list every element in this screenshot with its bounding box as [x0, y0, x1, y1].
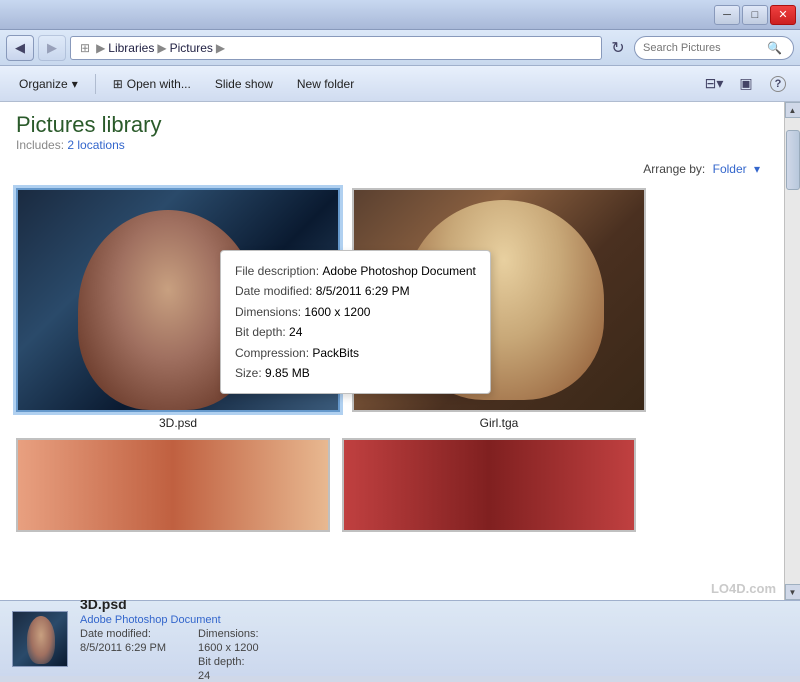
path-separator-icon: ⊞	[80, 41, 90, 55]
detail-date-value: 8/5/2011 6:29 PM	[80, 642, 166, 654]
organize-arrow-icon: ▾	[72, 77, 78, 91]
title-bar: ─ □ ✕	[0, 0, 800, 30]
file-item-bottom-right[interactable]	[342, 438, 636, 532]
address-path[interactable]: ⊞ ▶ Libraries ▶ Pictures ▶	[70, 36, 602, 60]
thumbnail-image-girltga	[354, 190, 644, 410]
new-folder-label: New folder	[297, 77, 354, 91]
locations-link[interactable]: 2 locations	[67, 138, 124, 152]
thumbnails-area: 3D.psd Girl.tga	[0, 180, 784, 438]
views-button[interactable]: ⊟ ▾	[700, 71, 728, 97]
search-input[interactable]	[643, 42, 763, 54]
search-icon: 🔍	[767, 41, 782, 55]
path-sep2: ▶	[157, 41, 166, 55]
new-folder-button[interactable]: New folder	[286, 71, 365, 97]
detail-meta-col-date: Date modified: 8/5/2011 6:29 PM	[80, 628, 166, 682]
path-sep3: ▶	[216, 41, 225, 55]
detail-meta-col-dims: Dimensions: 1600 x 1200 Bit depth: 24	[198, 628, 259, 682]
thumbnail-3dpsd	[16, 188, 340, 412]
page-title: Pictures library	[16, 112, 768, 138]
scroll-thumb[interactable]	[786, 130, 800, 190]
address-bar: ◀ ▶ ⊞ ▶ Libraries ▶ Pictures ▶ ↻ 🔍	[0, 30, 800, 66]
back-button[interactable]: ◀	[6, 35, 34, 61]
main-area: Pictures library Includes: 2 locations A…	[0, 102, 800, 600]
detail-thumbnail	[12, 611, 68, 667]
path-libraries[interactable]: Libraries	[108, 41, 154, 55]
watermark: LO4D.com	[711, 581, 776, 596]
open-with-button[interactable]: ⊞ Open with...	[102, 71, 202, 97]
open-with-label: Open with...	[127, 77, 191, 91]
preview-pane-button[interactable]: ▣	[732, 71, 760, 97]
toolbar-separator	[95, 74, 96, 94]
refresh-button[interactable]: ↻	[606, 36, 630, 60]
forward-button[interactable]: ▶	[38, 35, 66, 61]
content-header: Pictures library Includes: 2 locations	[0, 102, 784, 158]
path-sep1: ▶	[96, 41, 105, 55]
detail-dimensions-label: Dimensions:	[198, 628, 259, 640]
includes-label: Includes:	[16, 138, 64, 152]
minimize-button[interactable]: ─	[714, 5, 740, 25]
arrange-value[interactable]: Folder ▾	[713, 162, 764, 176]
detail-meta: Date modified: 8/5/2011 6:29 PM Dimensio…	[80, 628, 788, 682]
file-item-bottom-left[interactable]	[16, 438, 330, 532]
scroll-up-button[interactable]: ▲	[785, 102, 800, 118]
arrange-label: Arrange by:	[643, 162, 705, 176]
arrange-bar: Arrange by: Folder ▾	[0, 158, 784, 180]
close-button[interactable]: ✕	[770, 5, 796, 25]
views-arrow-icon: ▾	[716, 75, 723, 92]
details-panel: 3D.psd Adobe Photoshop Document Date mod…	[0, 600, 800, 676]
organize-button[interactable]: Organize ▾	[8, 71, 89, 97]
bottom-thumbnails	[0, 438, 784, 532]
file-label-3dpsd: 3D.psd	[159, 416, 197, 430]
slideshow-button[interactable]: Slide show	[204, 71, 284, 97]
preview-icon: ▣	[739, 75, 752, 92]
views-icon: ⊟	[705, 75, 717, 92]
detail-bitdepth-value: 24	[198, 670, 259, 682]
detail-date-label: Date modified:	[80, 628, 166, 640]
file-item-3dpsd[interactable]: 3D.psd	[16, 188, 340, 430]
open-with-icon: ⊞	[113, 77, 123, 91]
thumbnail-image-3dpsd	[18, 190, 338, 410]
organize-label: Organize	[19, 77, 68, 91]
toolbar: Organize ▾ ⊞ Open with... Slide show New…	[0, 66, 800, 102]
thumbnail-girltga	[352, 188, 646, 412]
scrollbar[interactable]: ▲ ▼	[784, 102, 800, 600]
file-label-girltga: Girl.tga	[480, 416, 519, 430]
scroll-track[interactable]	[786, 120, 800, 582]
toolbar-right: ⊟ ▾ ▣ ?	[700, 71, 792, 97]
help-button[interactable]: ?	[764, 71, 792, 97]
content-area: Pictures library Includes: 2 locations A…	[0, 102, 784, 600]
thumbnail-bottom-left	[16, 438, 330, 532]
detail-type: Adobe Photoshop Document	[80, 614, 788, 626]
detail-info: 3D.psd Adobe Photoshop Document Date mod…	[80, 596, 788, 682]
search-box[interactable]: 🔍	[634, 36, 794, 60]
detail-bitdepth-label: Bit depth:	[198, 656, 259, 668]
includes-info: Includes: 2 locations	[16, 138, 768, 152]
detail-dimensions-value: 1600 x 1200	[198, 642, 259, 654]
help-icon: ?	[770, 76, 786, 92]
thumbnail-bottom-right	[342, 438, 636, 532]
path-pictures[interactable]: Pictures	[170, 41, 213, 55]
maximize-button[interactable]: □	[742, 5, 768, 25]
slideshow-label: Slide show	[215, 77, 273, 91]
file-item-girltga[interactable]: Girl.tga	[352, 188, 646, 430]
thumbnail-image-bottom-right	[344, 440, 634, 530]
thumbnail-image-bottom-left	[18, 440, 328, 530]
